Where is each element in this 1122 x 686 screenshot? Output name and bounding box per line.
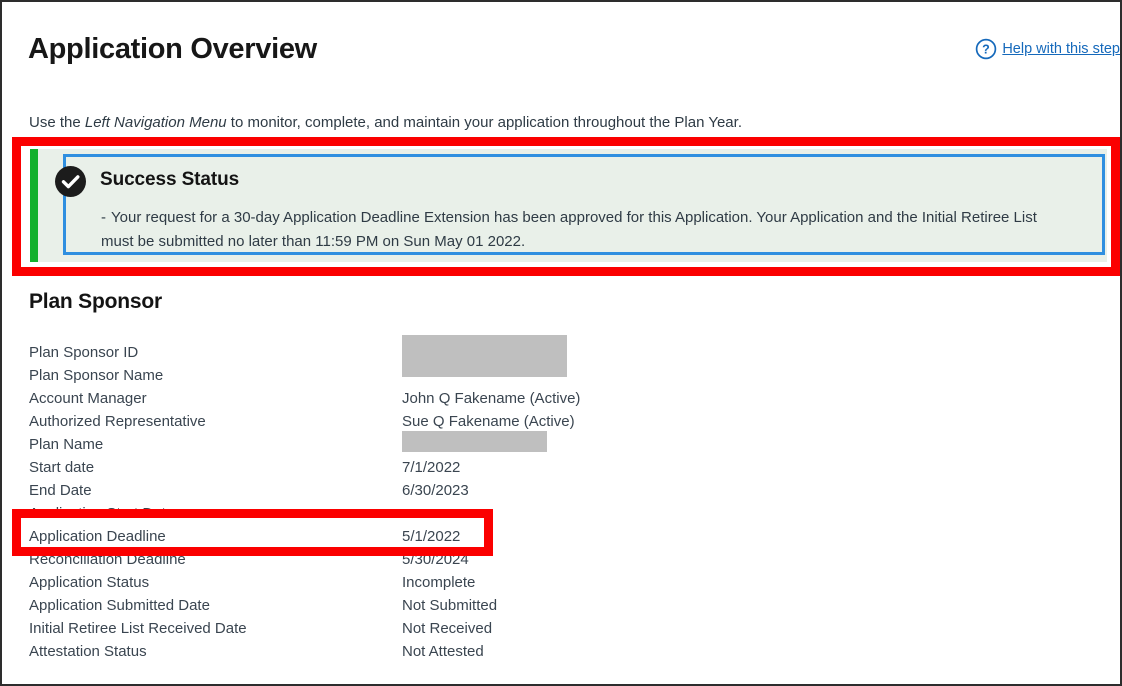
redacted-plan-sponsor-id-name — [402, 335, 567, 377]
plan-sponsor-heading: Plan Sponsor — [29, 290, 162, 314]
redacted-plan-name — [402, 431, 547, 452]
detail-value: John Q Fakename (Active) — [402, 387, 580, 410]
detail-row: Application Status Incomplete — [29, 571, 729, 594]
detail-row: Application Submitted Date Not Submitted — [29, 594, 729, 617]
detail-label: Application Submitted Date — [29, 594, 210, 617]
help-with-this-step-link[interactable]: ? Help with this step — [975, 38, 1120, 60]
detail-row: Plan Name — [29, 433, 729, 456]
detail-value: 5/30/2024 — [402, 548, 469, 571]
detail-value: 5/1/2022 — [402, 525, 460, 548]
detail-label: Account Manager — [29, 387, 147, 410]
alert-message-text: Your request for a 30-day Application De… — [101, 209, 1037, 250]
detail-label: Start date — [29, 456, 94, 479]
detail-value: Sue Q Fakename (Active) — [402, 410, 575, 433]
detail-value: Incomplete — [402, 571, 475, 594]
detail-label: Plan Sponsor Name — [29, 364, 163, 387]
alert-title: Success Status — [100, 169, 239, 191]
alert-bullet-dash: - — [101, 209, 106, 226]
detail-label: End Date — [29, 479, 92, 502]
detail-row: Plan Sponsor ID — [29, 341, 729, 364]
application-overview-page: Application Overview ? Help with this st… — [0, 0, 1122, 686]
detail-label: Application Status — [29, 571, 149, 594]
detail-row: Application Start Date — [29, 502, 729, 525]
detail-label: Plan Name — [29, 433, 103, 456]
plan-sponsor-detail-list: Plan Sponsor ID Plan Sponsor Name Accoun… — [29, 341, 729, 663]
question-circle-icon: ? — [975, 38, 997, 60]
detail-value: Not Attested — [402, 640, 484, 663]
detail-row: Plan Sponsor Name — [29, 364, 729, 387]
detail-value: Not Submitted — [402, 594, 497, 617]
detail-label: Initial Retiree List Received Date — [29, 617, 247, 640]
detail-row: Account Manager John Q Fakename (Active) — [29, 387, 729, 410]
detail-label: Application Start Date — [29, 502, 174, 525]
detail-row: Attestation Status Not Attested — [29, 640, 729, 663]
detail-label: Attestation Status — [29, 640, 147, 663]
page-title: Application Overview — [28, 33, 317, 66]
detail-row: Reconciliation Deadline 5/30/2024 — [29, 548, 729, 571]
alert-accent-bar — [30, 149, 38, 262]
detail-row: Authorized Representative Sue Q Fakename… — [29, 410, 729, 433]
detail-label: Authorized Representative — [29, 410, 206, 433]
intro-text-emphasis: Left Navigation Menu — [85, 114, 227, 131]
intro-text-before: Use the — [29, 114, 85, 131]
detail-label: Application Deadline — [29, 525, 166, 548]
check-circle-icon — [55, 166, 86, 197]
detail-row: Start date 7/1/2022 — [29, 456, 729, 479]
detail-value: 7/1/2022 — [402, 456, 460, 479]
detail-row-application-deadline-highlighted: Application Deadline 5/1/2022 — [29, 525, 492, 548]
intro-instruction: Use the Left Navigation Menu to monitor,… — [29, 114, 742, 131]
alert-message: -Your request for a 30-day Application D… — [101, 206, 1066, 255]
detail-value: Not Received — [402, 617, 492, 640]
detail-label: Plan Sponsor ID — [29, 341, 138, 364]
detail-row: End Date 6/30/2023 — [29, 479, 729, 502]
help-link-label: Help with this step — [1002, 41, 1120, 57]
intro-text-after: to monitor, complete, and maintain your … — [227, 114, 742, 131]
svg-text:?: ? — [983, 43, 991, 57]
detail-row: Initial Retiree List Received Date Not R… — [29, 617, 729, 640]
detail-value: 6/30/2023 — [402, 479, 469, 502]
detail-label: Reconciliation Deadline — [29, 548, 186, 571]
